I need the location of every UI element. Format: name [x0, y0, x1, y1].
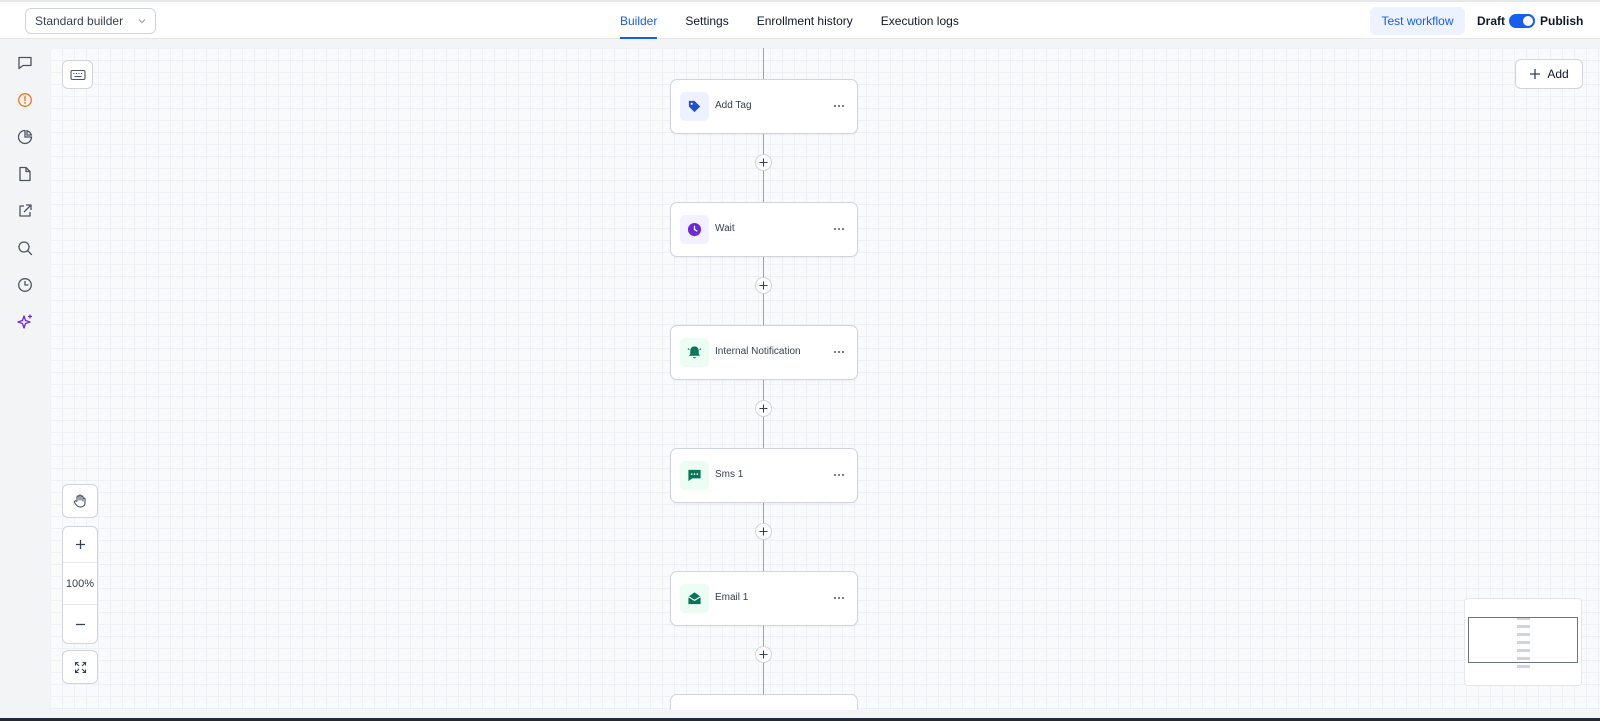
- message-icon: [688, 469, 701, 482]
- node-icon-box: [680, 461, 709, 490]
- workflow-node-internal-notification[interactable]: Internal Notification: [670, 325, 858, 380]
- node-label: Email 1: [715, 592, 749, 603]
- pan-tool-button[interactable]: [62, 484, 98, 518]
- workflow-node-add-tag[interactable]: Add Tag: [670, 79, 858, 134]
- chevron-down-icon: [138, 19, 146, 24]
- publish-toggle[interactable]: [1509, 14, 1535, 28]
- add-step-button[interactable]: [755, 154, 772, 171]
- builder-type-value: Standard builder: [35, 14, 124, 28]
- clock-icon: [687, 222, 702, 237]
- plus-icon: [759, 404, 768, 413]
- tab-execution-logs[interactable]: Execution logs: [881, 2, 959, 39]
- hand-icon: [73, 494, 86, 508]
- builder-type-select[interactable]: Standard builder: [25, 8, 156, 34]
- more-options-icon[interactable]: [833, 468, 845, 482]
- add-button[interactable]: Add: [1515, 59, 1583, 89]
- zoom-controls: 100%: [62, 526, 98, 644]
- draft-label: Draft: [1477, 14, 1506, 28]
- add-step-button[interactable]: [755, 646, 772, 663]
- plus-icon: [759, 158, 768, 167]
- more-options-icon[interactable]: [833, 99, 845, 113]
- top-bar: Standard builder Builder Settings Enroll…: [0, 0, 1600, 39]
- plus-icon: [759, 281, 768, 290]
- node-label: Sms 1: [715, 469, 744, 480]
- node-icon-box: [680, 338, 709, 367]
- keyboard-shortcuts-button[interactable]: [62, 60, 93, 89]
- main-tabs: Builder Settings Enrollment history Exec…: [620, 2, 987, 39]
- node-label: Add Tag: [715, 100, 752, 111]
- plus-icon: [1530, 69, 1541, 79]
- minimap[interactable]: [1464, 598, 1582, 686]
- plus-icon: [75, 540, 85, 549]
- node-icon-box: [680, 92, 709, 121]
- fit-view-button[interactable]: [62, 650, 98, 684]
- chat-icon[interactable]: [16, 54, 34, 72]
- node-label: Wait: [715, 223, 735, 234]
- workflow-node-sms-1[interactable]: Sms 1: [670, 448, 858, 503]
- keyboard-icon: [69, 69, 86, 80]
- test-workflow-button[interactable]: Test workflow: [1370, 7, 1465, 35]
- search-icon[interactable]: [16, 239, 34, 257]
- tag-icon: [688, 100, 701, 113]
- bell-icon: [687, 346, 702, 359]
- add-button-label: Add: [1547, 67, 1569, 81]
- zoom-level: 100%: [63, 563, 97, 605]
- node-icon-box: [680, 215, 709, 244]
- tab-builder[interactable]: Builder: [620, 2, 658, 39]
- workflow-node-wait[interactable]: Wait: [670, 202, 858, 257]
- workflow-canvas[interactable]: Add Add Tag Wait Internal Notification S…: [50, 48, 1600, 710]
- external-link-icon[interactable]: [16, 202, 34, 220]
- alert-circle-icon[interactable]: [16, 91, 34, 109]
- pie-chart-icon[interactable]: [16, 128, 34, 146]
- zoom-in-button[interactable]: [63, 527, 97, 563]
- more-options-icon[interactable]: [833, 345, 845, 359]
- expand-icon: [74, 661, 86, 673]
- workflow-node-email-1[interactable]: Email 1: [670, 571, 858, 626]
- node-label: Internal Notification: [715, 346, 801, 357]
- add-step-button[interactable]: [755, 277, 772, 294]
- workflow-node-next[interactable]: [670, 694, 858, 710]
- sparkles-icon[interactable]: [16, 313, 34, 331]
- left-sidebar: [0, 39, 50, 707]
- more-options-icon[interactable]: [833, 591, 845, 605]
- publish-label: Publish: [1540, 14, 1584, 28]
- minimap-node: [1517, 665, 1530, 668]
- mail-icon: [688, 592, 701, 605]
- plus-icon: [759, 650, 768, 659]
- add-step-button[interactable]: [755, 523, 772, 540]
- add-step-button[interactable]: [755, 400, 772, 417]
- minus-icon: [75, 623, 85, 625]
- tab-settings[interactable]: Settings: [685, 2, 728, 39]
- tab-enrollment-history[interactable]: Enrollment history: [757, 2, 853, 39]
- minimap-viewport[interactable]: [1468, 617, 1578, 663]
- history-icon[interactable]: [16, 276, 34, 294]
- plus-icon: [759, 527, 768, 536]
- zoom-out-button[interactable]: [63, 605, 97, 643]
- file-icon[interactable]: [16, 165, 34, 183]
- more-options-icon[interactable]: [833, 222, 845, 236]
- node-icon-box: [680, 584, 709, 613]
